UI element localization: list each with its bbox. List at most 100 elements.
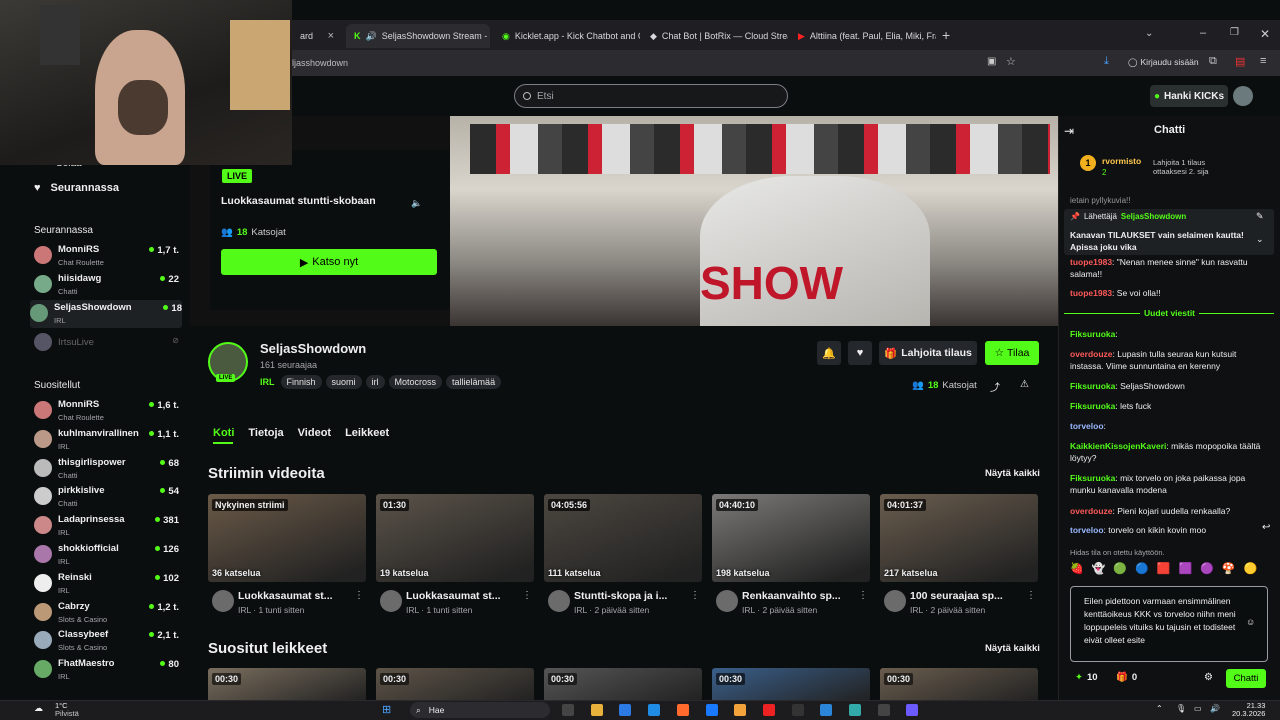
more-options-icon[interactable]: ⋮	[522, 590, 532, 601]
video-thumbnail[interactable]: 04:01:37 217 katselua	[880, 494, 1038, 582]
taskbar-app-icon[interactable]	[877, 704, 890, 716]
tag-4[interactable]: tallielämää	[446, 375, 502, 389]
signin-button[interactable]: ◯ Kirjaudu sisään	[1128, 57, 1199, 68]
search-input[interactable]: Etsi	[514, 84, 788, 108]
video-thumbnail[interactable]: 04:05:56 111 katselua	[544, 494, 702, 582]
video-thumbnail[interactable]: 01:30 19 katselua	[376, 494, 534, 582]
start-button[interactable]: ⊞	[382, 703, 391, 716]
clips-see-all-link[interactable]: Näytä kaikki	[985, 643, 1040, 654]
clip-card[interactable]: 00:30	[544, 668, 702, 700]
video-thumbnail[interactable]: 04:40:10 198 katselua	[712, 494, 870, 582]
notification-bell-button[interactable]: 🔔	[817, 341, 841, 365]
clock[interactable]: 21.33 20.3.2026	[1232, 702, 1265, 718]
taskbar-app-icon[interactable]	[849, 704, 861, 716]
sidebar-channel-1[interactable]: kuhlmanvirallinen IRL 1,1 t.	[34, 426, 179, 454]
more-options-icon[interactable]: ⋮	[690, 590, 700, 601]
tab-videos[interactable]: Videot	[298, 427, 331, 439]
tag-1[interactable]: suomi	[325, 375, 362, 389]
tag-0[interactable]: Finnish	[280, 375, 322, 389]
reader-view-icon[interactable]: ▣	[987, 56, 996, 67]
url-text[interactable]: ljasshowdown	[292, 58, 348, 68]
extensions-icon[interactable]: ⧉	[1209, 55, 1217, 68]
user-avatar[interactable]	[1233, 86, 1253, 106]
expand-pinned-icon[interactable]: ⌄	[1256, 234, 1264, 245]
sidebar-channel-8[interactable]: Classybeef Slots & Casino 2,1 t.	[34, 627, 179, 655]
sidebar-channel-2[interactable]: thisgirlispower Chatti 68	[34, 455, 179, 483]
video-card[interactable]: 01:30 19 katselua Luokkasaumat st... IRL · …	[376, 494, 534, 615]
sidebar-channel-9[interactable]: FhatMaestro IRL 80	[34, 656, 179, 684]
subscribe-button[interactable]: ☆ Tilaa	[985, 341, 1039, 365]
video-card[interactable]: 04:40:10 198 katselua Renkaanvaihto sp... I…	[712, 494, 870, 615]
browser-tab-0[interactable]: ard ×	[292, 24, 342, 48]
sidebar-channel-5[interactable]: shokkiofficial IRL 126	[34, 541, 179, 569]
close-window-icon[interactable]: ✕	[1260, 27, 1270, 41]
video-card[interactable]: Nykyinen striimi 36 katselua Luokkasaumat …	[208, 494, 366, 615]
watch-now-button[interactable]: ▶ Katso nyt	[221, 249, 437, 275]
minimize-icon[interactable]: –	[1200, 27, 1206, 39]
sidebar-channel-1[interactable]: hiisidawg Chatti 22	[34, 271, 179, 299]
mic-icon[interactable]: 🎙	[1176, 704, 1186, 713]
tag-3[interactable]: Motocross	[388, 375, 443, 389]
uploader-avatar[interactable]	[380, 590, 402, 612]
taskbar-app-icon[interactable]	[676, 704, 689, 716]
gift-sub-button[interactable]: 🎁 Lahjoita tilaus	[879, 341, 977, 365]
sidebar-channel-6[interactable]: Reinski IRL 102	[34, 570, 179, 598]
new-tab-icon[interactable]: +	[942, 27, 950, 43]
browser-tab-1[interactable]: K🔊SeljasShowdown Stream - •×	[346, 24, 490, 48]
taskbar-app-icon[interactable]	[590, 704, 603, 716]
category-link[interactable]: IRL	[260, 377, 275, 387]
taskbar-app-icon[interactable]	[648, 704, 661, 716]
scroll-to-bottom-icon[interactable]: ↩	[1262, 522, 1270, 533]
sidebar-channel-2[interactable]: SeljasShowdown IRL 18	[30, 300, 182, 328]
bookmark-star-icon[interactable]: ☆	[1006, 55, 1016, 68]
chat-settings-icon[interactable]: ⚙	[1204, 672, 1213, 683]
video-card[interactable]: 04:01:37 217 katselua 100 seuraajaa sp... I…	[880, 494, 1038, 615]
video-thumbnail[interactable]: Nykyinen striimi 36 katselua	[208, 494, 366, 582]
tray-chevron-icon[interactable]: ⌃	[1156, 704, 1163, 713]
tag-2[interactable]: irl	[365, 375, 385, 389]
channel-name[interactable]: SeljasShowdown	[260, 341, 366, 356]
volume-icon[interactable]: 🔊	[1210, 704, 1220, 713]
taskbar-app-icon[interactable]	[734, 704, 747, 716]
clip-card[interactable]: 00:30	[712, 668, 870, 700]
tab-home[interactable]: Koti	[213, 427, 234, 439]
tab-clips[interactable]: Leikkeet	[345, 427, 389, 439]
network-icon[interactable]: ▭	[1194, 704, 1202, 713]
sidebar-channel-0[interactable]: MonniRS Chat Roulette 1,7 t.	[34, 242, 179, 270]
mute-icon[interactable]: 🔈	[411, 198, 422, 209]
browser-tab-3[interactable]: ◆Chat Bot | BotRix — Cloud Strea×	[642, 24, 788, 48]
sidebar-following-link[interactable]: ♥ Seurannassa	[34, 182, 119, 194]
channel-points[interactable]: ✦ 10	[1075, 672, 1098, 683]
sidebar-channel-3[interactable]: pirkkislive Chatti 54	[34, 483, 179, 511]
top-gifter-name[interactable]: rvormisto	[1102, 156, 1141, 166]
uploader-avatar[interactable]	[212, 590, 234, 612]
get-kicks-button[interactable]: ● Hanki KICKs	[1150, 85, 1228, 107]
more-options-icon[interactable]: ⋮	[1026, 590, 1036, 601]
emote-bar[interactable]: 🍓 👻 🟢 🔵 🟥 🟪 🟣 🍄 🟡	[1070, 562, 1268, 578]
tab-list-icon[interactable]: ⌄	[1145, 28, 1153, 39]
taskbar-app-icon[interactable]	[619, 704, 632, 716]
taskbar-search[interactable]: ⌕ Hae	[410, 702, 550, 718]
taskbar-app-icon[interactable]	[820, 704, 833, 716]
clip-card[interactable]: 00:30	[880, 668, 1038, 700]
follow-button[interactable]: ♥	[848, 341, 872, 365]
sidebar-channel-0[interactable]: MonniRS Chat Roulette 1,6 t.	[34, 397, 179, 425]
taskbar-app-icon[interactable]	[762, 704, 775, 716]
taskbar-app-icon[interactable]	[705, 704, 718, 716]
more-options-icon[interactable]: ⋮	[354, 590, 364, 601]
share-icon[interactable]: ⤴	[990, 379, 1000, 394]
send-chat-button[interactable]: Chatti	[1226, 669, 1266, 688]
taskbar-app-icon[interactable]	[791, 704, 804, 716]
clip-card[interactable]: 00:30	[376, 668, 534, 700]
sidebar-channel-3[interactable]: IrtsuLive ⊘	[34, 329, 179, 357]
taskbar-app-icon[interactable]	[906, 704, 919, 716]
gift-count[interactable]: 🎁 0	[1116, 672, 1137, 683]
collapse-chat-icon[interactable]: ⇥	[1064, 124, 1074, 138]
uploader-avatar[interactable]	[884, 590, 906, 612]
weather-widget[interactable]: 1°C Pilvistä	[55, 702, 79, 718]
sidebar-channel-4[interactable]: Ladaprinsessa IRL 381	[34, 512, 179, 540]
uploader-avatar[interactable]	[548, 590, 570, 612]
chat-input[interactable]: Eilen pidettoon varmaan ensimmälinen ken…	[1070, 586, 1268, 662]
weather-icon[interactable]: ☁	[34, 703, 43, 714]
sidebar-channel-7[interactable]: Cabrzy Slots & Casino 1,2 t.	[34, 599, 179, 627]
